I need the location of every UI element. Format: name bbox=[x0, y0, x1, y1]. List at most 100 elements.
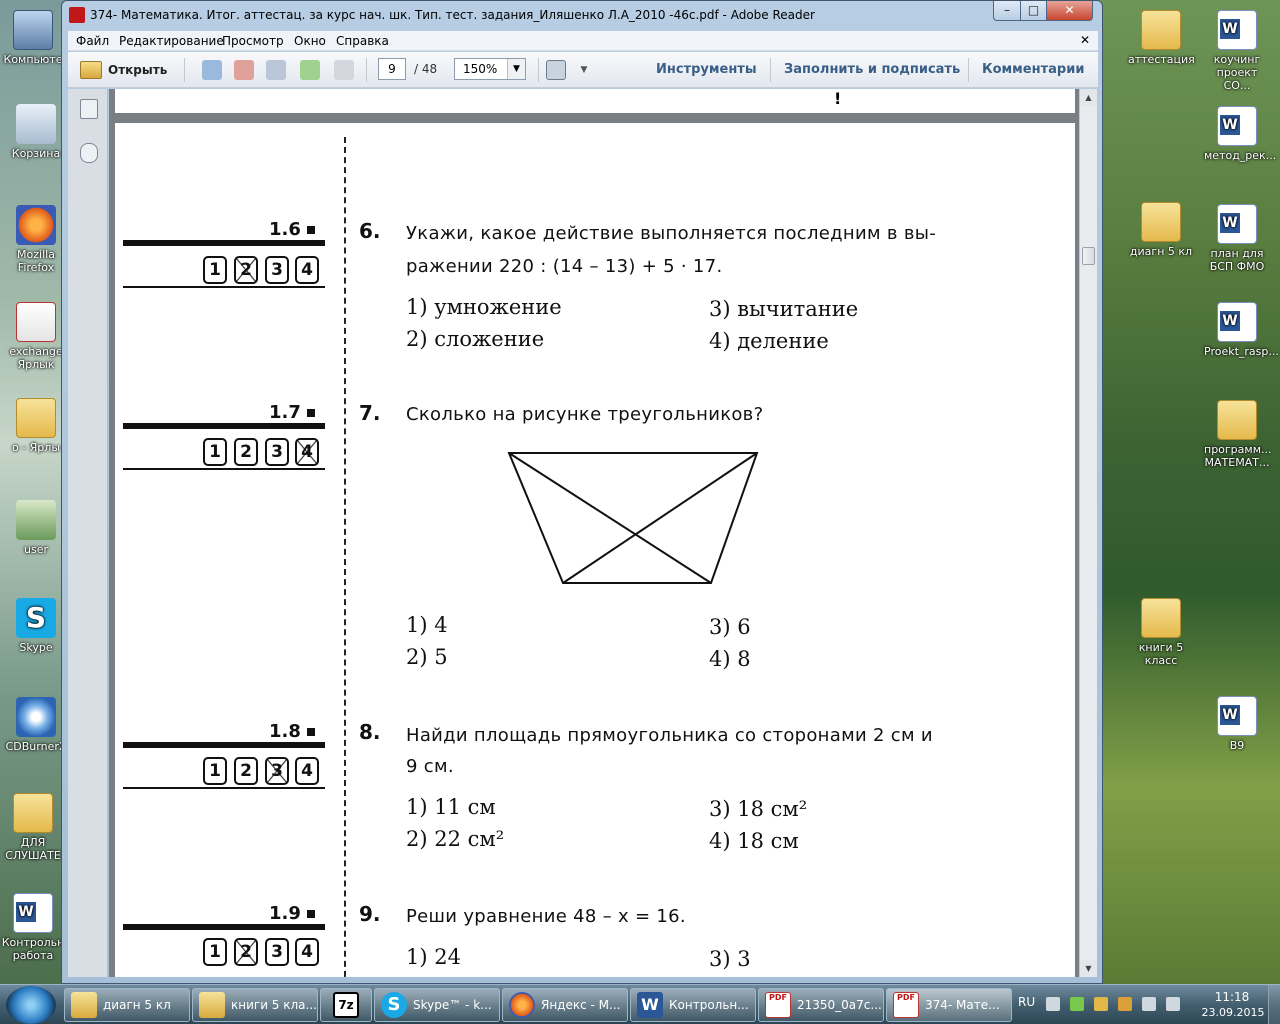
scroll-down-icon[interactable]: ▼ bbox=[1080, 960, 1097, 977]
adobe-reader-window: 374- Математика. Итог. аттестац. за курс… bbox=[61, 0, 1103, 984]
desktop-icon-method[interactable]: метод_рек... bbox=[1204, 106, 1276, 162]
fit-page-icon[interactable] bbox=[546, 60, 566, 80]
show-desktop-button[interactable] bbox=[1268, 985, 1280, 1024]
taskbar: диагн 5 кл книги 5 кла... 7z S Skype™ - k… bbox=[0, 984, 1280, 1024]
network-icon[interactable] bbox=[1094, 997, 1108, 1011]
comments-panel-button[interactable]: Комментарии bbox=[982, 62, 1084, 77]
edit-icon[interactable] bbox=[266, 60, 286, 80]
toolbar-options-icon[interactable]: ▼ bbox=[578, 60, 590, 80]
folder-icon bbox=[1141, 202, 1181, 242]
desktop-icon-coaching[interactable]: коучинг проект СО... bbox=[1204, 10, 1270, 92]
word-doc-icon bbox=[13, 893, 53, 933]
taskbar-item[interactable]: W Контрольн... bbox=[630, 988, 756, 1022]
create-pdf-icon[interactable] bbox=[202, 60, 222, 80]
system-tray bbox=[1046, 997, 1186, 1013]
clock-time[interactable]: 11:18 bbox=[1206, 990, 1258, 1004]
save-icon[interactable] bbox=[334, 60, 354, 80]
question-number: 7. bbox=[359, 401, 381, 425]
scroll-up-icon[interactable]: ▲ bbox=[1080, 89, 1097, 106]
answer-box: 4 bbox=[295, 256, 319, 284]
question-text-line: Укажи, какое действие выполняется послед… bbox=[406, 223, 937, 244]
taskbar-item[interactable]: книги 5 кла... bbox=[192, 988, 318, 1022]
answer-option: 2) сложение bbox=[406, 327, 545, 351]
zoom-select[interactable]: 150% ▼ bbox=[454, 58, 526, 80]
folder-icon bbox=[16, 398, 56, 438]
desktop-icon-skype[interactable]: S Skype bbox=[3, 598, 69, 654]
fill-sign-panel-button[interactable]: Заполнить и подписать bbox=[784, 62, 960, 77]
menu-help[interactable]: Справка bbox=[336, 34, 389, 48]
question-number: 9. bbox=[359, 902, 381, 926]
desktop-icon-recycle-bin[interactable]: Корзина bbox=[3, 104, 69, 160]
attachments-icon[interactable] bbox=[80, 143, 98, 163]
answer-box: 3 bbox=[265, 256, 289, 284]
antivirus-icon[interactable] bbox=[1070, 997, 1084, 1011]
tray-arrow-icon[interactable] bbox=[1046, 997, 1060, 1011]
volume-icon[interactable] bbox=[1142, 997, 1156, 1011]
page-total: / 48 bbox=[414, 62, 438, 76]
flag-icon[interactable] bbox=[1118, 997, 1132, 1011]
taskbar-item[interactable]: 7z bbox=[320, 988, 372, 1022]
language-indicator[interactable]: RU bbox=[1018, 995, 1035, 1009]
menu-view[interactable]: Просмотр bbox=[222, 34, 284, 48]
answer-option: 2) 5 bbox=[406, 645, 448, 669]
zoom-value: 150% bbox=[463, 62, 498, 76]
minimize-button[interactable]: – bbox=[993, 1, 1021, 21]
desktop-icon-control-work[interactable]: Контрольн работа bbox=[0, 893, 66, 962]
answer-bar bbox=[123, 240, 325, 246]
scrollbar-thumb[interactable] bbox=[1082, 247, 1095, 265]
close-button[interactable]: ✕ bbox=[1046, 1, 1093, 21]
chevron-down-icon[interactable]: ▼ bbox=[507, 59, 525, 79]
taskbar-item[interactable]: диагн 5 кл bbox=[64, 988, 190, 1022]
maximize-button[interactable]: □ bbox=[1020, 1, 1047, 21]
export-pdf-icon[interactable] bbox=[234, 60, 254, 80]
page-thumbnails-icon[interactable] bbox=[80, 99, 98, 119]
word-doc-icon bbox=[1217, 302, 1257, 342]
menu-file[interactable]: Файл bbox=[76, 34, 109, 48]
close-document-button[interactable]: ✕ bbox=[1080, 33, 1090, 47]
desktop-icon-cdburner[interactable]: CDBurnerX bbox=[3, 697, 69, 753]
menu-edit[interactable]: Редактирование bbox=[119, 34, 224, 48]
upload-icon[interactable] bbox=[300, 60, 320, 80]
power-icon[interactable] bbox=[1166, 997, 1180, 1011]
pdf-page: 1.6 1 2 3 4 6. Укажи, какое действие вып… bbox=[115, 123, 1075, 977]
desktop-icon-diagn[interactable]: диагн 5 кл bbox=[1128, 202, 1194, 258]
menu-window[interactable]: Окно bbox=[294, 34, 326, 48]
menu-bar: Файл Редактирование Просмотр Окно Справк… bbox=[68, 31, 1098, 51]
taskbar-item[interactable]: PDF 21350_0a7c... bbox=[758, 988, 884, 1022]
skype-icon: S bbox=[16, 598, 56, 638]
page-number-input[interactable]: 9 bbox=[378, 58, 406, 80]
desktop-icon-attestation[interactable]: аттестация bbox=[1128, 10, 1195, 66]
open-button[interactable]: Открыть bbox=[76, 58, 171, 82]
taskbar-item-active[interactable]: PDF 374- Мате... bbox=[886, 988, 1012, 1022]
taskbar-item[interactable]: S Skype™ - k... bbox=[374, 988, 500, 1022]
desktop-icon-exchange[interactable]: exchange Ярлык bbox=[3, 302, 69, 371]
title-bar[interactable]: 374- Математика. Итог. аттестац. за курс… bbox=[62, 1, 1102, 31]
word-doc-icon bbox=[1217, 106, 1257, 146]
desktop-icon-firefox[interactable]: Mozilla Firefox bbox=[3, 205, 69, 274]
desktop-icon-listeners-folder[interactable]: ДЛЯ СЛУШАТЕ bbox=[0, 793, 66, 862]
trapezoid-figure bbox=[507, 452, 759, 584]
vertical-scrollbar[interactable]: ▲ ▼ bbox=[1079, 89, 1097, 977]
answer-box: 4 bbox=[295, 757, 319, 785]
tools-panel-button[interactable]: Инструменты bbox=[656, 62, 757, 77]
desktop-icon-proekt[interactable]: Proekt_rasp... bbox=[1204, 302, 1279, 358]
answer-bar bbox=[123, 423, 325, 429]
answer-underline bbox=[123, 787, 325, 789]
desktop-icon-folder-shortcut[interactable]: о - Ярлы bbox=[3, 398, 69, 454]
answer-box: 3 bbox=[265, 938, 289, 966]
7zip-icon: 7z bbox=[333, 992, 359, 1018]
desktop-icon-computer[interactable]: Компьюте bbox=[0, 10, 66, 66]
question-text-line: ражении 220 : (14 – 13) + 5 · 17. bbox=[406, 256, 723, 277]
navigation-pane bbox=[68, 89, 108, 977]
clock-date[interactable]: 23.09.2015 bbox=[1198, 1006, 1268, 1019]
desktop-icon-plan[interactable]: план для БСП ФМО bbox=[1204, 204, 1270, 273]
desktop-icon-user[interactable]: user bbox=[3, 500, 69, 556]
start-button[interactable] bbox=[6, 986, 56, 1024]
desktop-icon-books[interactable]: книги 5 класс bbox=[1128, 598, 1194, 667]
answer-underline bbox=[123, 286, 325, 288]
taskbar-item[interactable]: Яндекс - М... bbox=[502, 988, 628, 1022]
desktop-icon-program[interactable]: программ... МАТЕМАТ... bbox=[1204, 400, 1272, 469]
answer-box: 2 bbox=[234, 757, 258, 785]
desktop-icon-b9[interactable]: В9 bbox=[1204, 696, 1270, 752]
question-text-line: Найди площадь прямоугольника со сторонам… bbox=[406, 725, 933, 746]
